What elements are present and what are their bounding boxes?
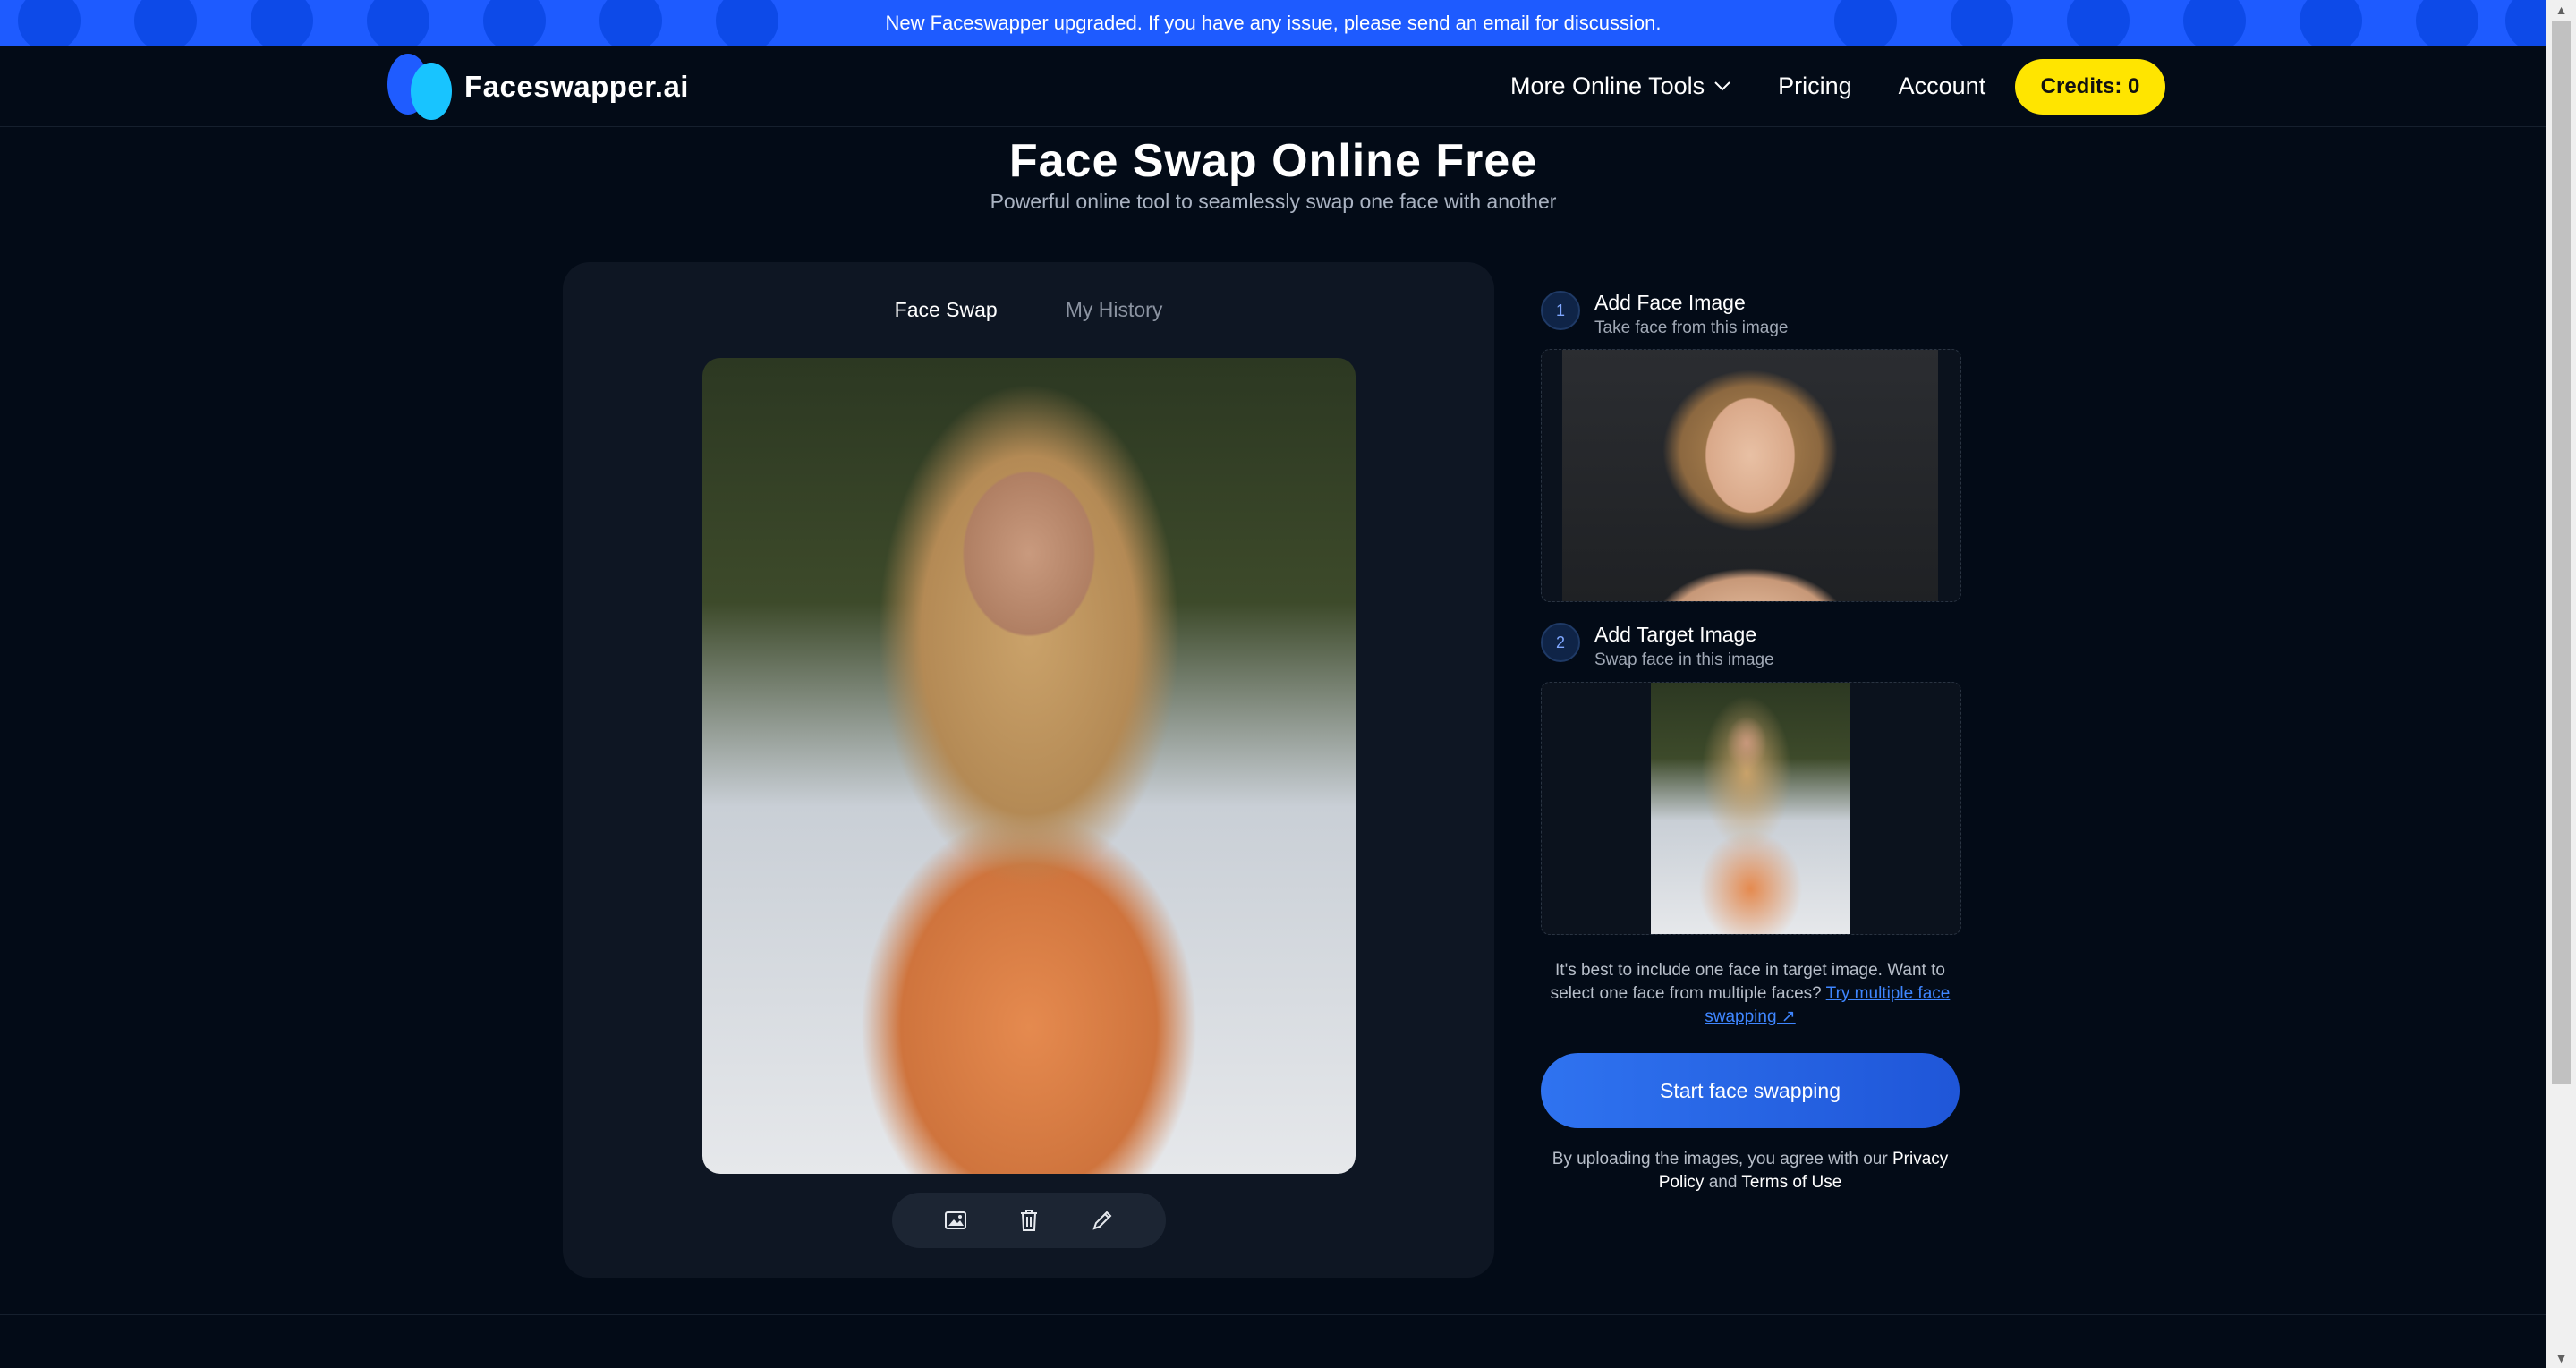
scroll-thumb[interactable]: [2552, 21, 2571, 1084]
page-scrollbar[interactable]: ▲ ▼: [2546, 0, 2576, 1368]
nav-account[interactable]: Account: [1899, 72, 1986, 100]
scroll-up-arrow-icon[interactable]: ▲: [2546, 0, 2576, 20]
step-title: Add Face Image: [1594, 291, 1746, 314]
step-add-target: 2 Add Target Image Swap face in this ima…: [1541, 623, 1774, 670]
face-image: [1562, 350, 1938, 601]
site-header: Faceswapper.ai More Online Tools Pricing…: [0, 46, 2546, 127]
start-face-swapping-button[interactable]: Start face swapping: [1541, 1053, 1960, 1128]
step-number: 1: [1541, 291, 1580, 330]
page-subtitle: Powerful online tool to seamlessly swap …: [990, 190, 1557, 213]
agreement-prefix: By uploading the images, you agree with …: [1552, 1150, 1888, 1168]
face-swap-card: Face Swap My History: [563, 262, 1494, 1278]
nav-pricing[interactable]: Pricing: [1778, 72, 1852, 100]
step-title: Add Target Image: [1594, 623, 1757, 646]
page-title: Face Swap Online Free: [1008, 135, 1538, 187]
target-image-slot[interactable]: [1541, 682, 1961, 935]
agreement-text: By uploading the images, you agree with …: [1541, 1148, 1960, 1194]
nav-more-tools[interactable]: More Online Tools: [1510, 72, 1731, 100]
scroll-down-arrow-icon[interactable]: ▼: [2546, 1348, 2576, 1368]
main-nav: More Online Tools Pricing Account: [1510, 46, 2032, 126]
logo[interactable]: Faceswapper.ai: [387, 54, 689, 120]
logo-icon: [387, 54, 454, 120]
step-subtitle: Swap face in this image: [1594, 650, 1774, 669]
image-icon[interactable]: [938, 1202, 973, 1238]
preview-toolbar: [892, 1193, 1166, 1248]
step-number: 2: [1541, 623, 1580, 662]
nav-more-tools-label: More Online Tools: [1510, 72, 1705, 99]
credits-button[interactable]: Credits: 0: [2015, 59, 2165, 115]
pencil-icon[interactable]: [1084, 1202, 1120, 1238]
tab-bar: Face Swap My History: [563, 298, 1494, 322]
trash-icon[interactable]: [1011, 1202, 1047, 1238]
hint-text: It's best to include one face in target …: [1541, 959, 1960, 1029]
logo-text: Faceswapper.ai: [464, 70, 689, 103]
step-add-face: 1 Add Face Image Take face from this ima…: [1541, 291, 1788, 338]
terms-of-use-link[interactable]: Terms of Use: [1741, 1173, 1841, 1192]
footer-divider: [0, 1314, 2546, 1315]
step-subtitle: Take face from this image: [1594, 319, 1789, 337]
announcement-banner: New Faceswapper upgraded. If you have an…: [0, 0, 2546, 46]
banner-text: New Faceswapper upgraded. If you have an…: [885, 11, 1662, 34]
face-image-slot[interactable]: [1541, 349, 1961, 602]
agreement-and: and: [1708, 1173, 1738, 1192]
result-preview-image: [702, 358, 1356, 1174]
chevron-down-icon: [1714, 81, 1730, 91]
tab-face-swap[interactable]: Face Swap: [895, 298, 998, 322]
tab-my-history[interactable]: My History: [1066, 298, 1163, 322]
target-image: [1651, 683, 1850, 934]
